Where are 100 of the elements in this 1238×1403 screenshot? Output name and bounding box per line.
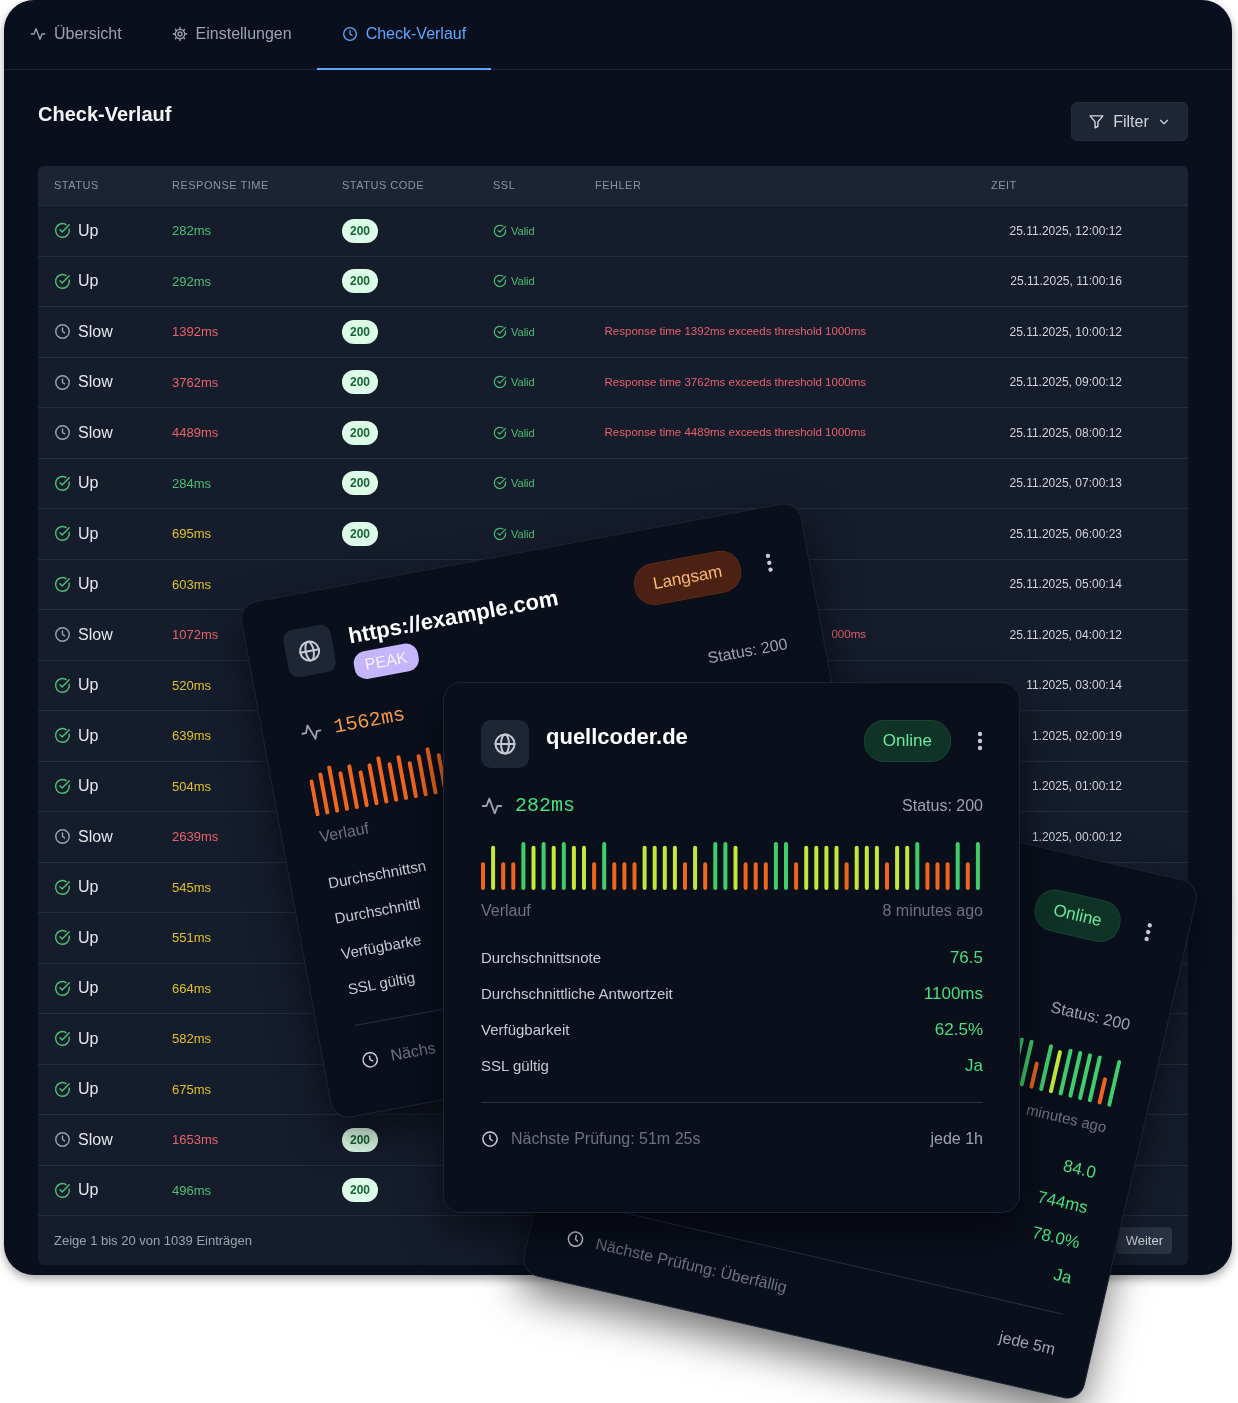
check-circle-icon bbox=[54, 525, 71, 543]
response-time: 1072ms bbox=[172, 626, 219, 644]
timestamp: 25.11.2025, 04:00:12 bbox=[1009, 626, 1122, 644]
more-options-icon[interactable] bbox=[764, 552, 774, 573]
response-time: 2639ms bbox=[172, 828, 219, 846]
check-circle-icon bbox=[54, 575, 71, 593]
stat-label: Durchschnittsnote bbox=[481, 947, 602, 968]
stat-value: 62.5% bbox=[934, 1019, 983, 1042]
tab[interactable]: Einstellungen bbox=[146, 0, 317, 70]
check-circle-icon bbox=[493, 375, 507, 390]
clock-icon bbox=[54, 373, 71, 391]
error-message: 000ms bbox=[831, 627, 866, 643]
status-code-badge: 200 bbox=[342, 370, 379, 395]
ssl-status: Valid bbox=[511, 274, 535, 289]
more-options-icon[interactable] bbox=[1143, 921, 1154, 943]
response-time: 675ms bbox=[172, 1080, 212, 1099]
status-text: Up bbox=[78, 473, 99, 494]
timestamp: 11.2025, 03:00:14 bbox=[1026, 677, 1122, 695]
status-text: Up bbox=[78, 877, 99, 898]
status-code-badge: 200 bbox=[342, 218, 379, 243]
response-time: 1653ms bbox=[172, 1131, 219, 1149]
status-text: Slow bbox=[78, 826, 113, 847]
column-header: SSL bbox=[492, 178, 517, 194]
settings-icon bbox=[171, 26, 188, 42]
check-interval: jede 5m bbox=[996, 1327, 1058, 1360]
response-time: 496ms bbox=[172, 1181, 212, 1200]
response-time: 582ms bbox=[172, 1030, 212, 1048]
clock-icon bbox=[341, 26, 358, 42]
status-code-badge: 200 bbox=[342, 1178, 379, 1203]
next-check-text: Nächs bbox=[388, 1037, 438, 1066]
check-interval: jede 1h bbox=[930, 1129, 983, 1149]
status-text: Up bbox=[78, 271, 99, 292]
pulse-icon bbox=[481, 795, 503, 817]
response-time: 504ms bbox=[172, 777, 212, 796]
ssl-status: Valid bbox=[511, 425, 535, 441]
status-text: Up bbox=[78, 220, 99, 241]
response-time: 551ms bbox=[172, 929, 212, 947]
status-text: Up bbox=[78, 1079, 99, 1100]
response-time: 639ms bbox=[172, 727, 212, 745]
status-text: Up bbox=[78, 927, 99, 948]
response-time: 4489ms bbox=[172, 424, 219, 442]
page-title: Check-Verlauf bbox=[38, 102, 172, 126]
tab[interactable]: Check-Verlauf bbox=[316, 0, 492, 70]
check-circle-icon bbox=[493, 425, 507, 440]
pagination-summary: Zeige 1 bis 20 von 1039 Einträgen bbox=[54, 1231, 253, 1250]
response-time: 520ms bbox=[172, 676, 212, 695]
timestamp: 25.11.2025, 05:00:14 bbox=[1009, 576, 1122, 594]
ssl-status: Valid bbox=[511, 526, 535, 542]
status-text: Slow bbox=[78, 321, 113, 342]
timestamp: 25.11.2025, 07:00:13 bbox=[1009, 475, 1122, 493]
status-code-badge: 200 bbox=[342, 269, 379, 294]
tab[interactable]: Übersicht bbox=[5, 0, 147, 70]
status-text: Up bbox=[78, 978, 99, 999]
check-circle-icon bbox=[493, 526, 507, 541]
clock-icon bbox=[54, 323, 71, 341]
status-text: Up bbox=[78, 574, 99, 595]
clock-icon bbox=[481, 1130, 499, 1148]
http-status: Status: 200 bbox=[705, 634, 790, 669]
filter-icon bbox=[1088, 113, 1106, 130]
next-page-button[interactable]: Weiter bbox=[1116, 1226, 1172, 1255]
check-circle-icon bbox=[54, 676, 71, 694]
response-time: 1562ms bbox=[331, 701, 408, 741]
status-text: Slow bbox=[78, 624, 113, 645]
status-text: Up bbox=[78, 675, 99, 696]
peak-tag: PEAK bbox=[351, 642, 421, 682]
response-time: 1392ms bbox=[172, 323, 219, 341]
globe-icon bbox=[493, 732, 517, 756]
ssl-status: Valid bbox=[511, 476, 535, 491]
timestamp: 1.2025, 00:00:12 bbox=[1031, 828, 1122, 846]
timestamp: 25.11.2025, 08:00:12 bbox=[1009, 424, 1122, 442]
ssl-status: Valid bbox=[511, 223, 535, 239]
stat-label: Durchschnittsn bbox=[326, 855, 428, 894]
status-text: Slow bbox=[78, 1129, 113, 1150]
check-circle-icon bbox=[54, 272, 71, 290]
more-options-icon[interactable] bbox=[977, 730, 983, 751]
stat-value: 84.0 bbox=[1060, 1155, 1099, 1185]
check-circle-icon bbox=[54, 1181, 71, 1199]
stat-label: Verfügbarke bbox=[339, 929, 424, 964]
pulse-icon bbox=[30, 26, 46, 42]
status-code-badge: 200 bbox=[342, 420, 379, 445]
error-message: Response time 1392ms exceeds threshold 1000ms bbox=[604, 324, 866, 340]
status-code-badge: 200 bbox=[342, 471, 379, 496]
error-message: Response time 3762ms exceeds threshold 1000ms bbox=[604, 374, 866, 390]
status-text: Up bbox=[78, 725, 99, 746]
stat-value: Ja bbox=[965, 1055, 983, 1078]
response-time: 545ms bbox=[172, 878, 212, 897]
timestamp: 25.11.2025, 10:00:12 bbox=[1009, 323, 1122, 341]
ssl-status: Valid bbox=[511, 375, 535, 390]
stat-label: Durchschnittliche Antwortzeit bbox=[481, 983, 673, 1004]
next-check-text: Nächste Prüfung: 51m 25s bbox=[511, 1129, 701, 1149]
stat-value: 1100ms bbox=[923, 983, 983, 1006]
status-text: Slow bbox=[78, 372, 113, 393]
response-time: 284ms bbox=[172, 474, 212, 493]
column-header: ZEIT bbox=[990, 178, 1018, 194]
last-check-time: 8 minutes ago bbox=[882, 901, 983, 921]
timestamp: 1.2025, 02:00:19 bbox=[1031, 727, 1122, 745]
stat-value: Ja bbox=[1050, 1264, 1075, 1290]
filter-button[interactable]: Filter bbox=[1071, 102, 1188, 141]
status-text: Up bbox=[78, 776, 99, 797]
stat-value: 76.5 bbox=[949, 947, 983, 970]
